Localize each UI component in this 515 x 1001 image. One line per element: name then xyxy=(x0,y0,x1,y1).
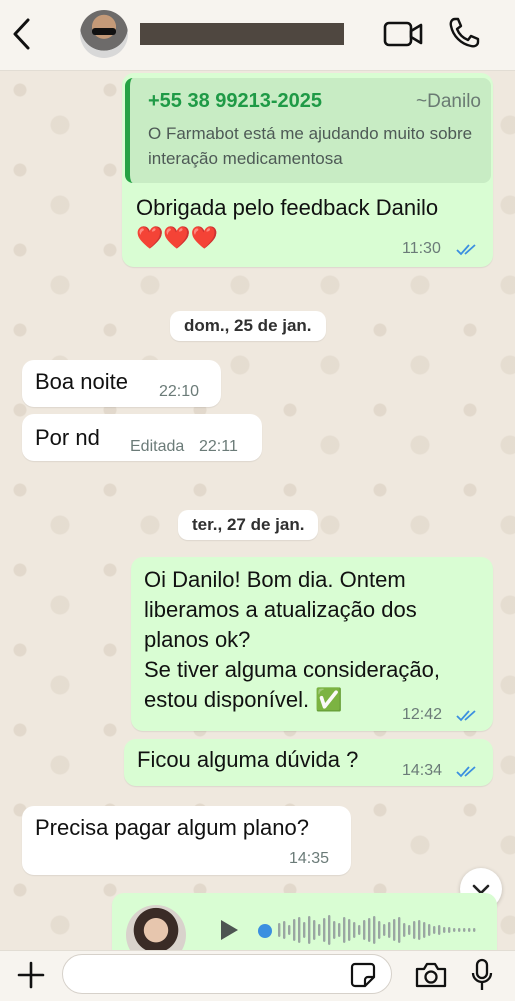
waveform-bar xyxy=(473,928,476,932)
waveform-bar xyxy=(298,917,301,943)
waveform-bar xyxy=(433,926,436,934)
waveform-bar xyxy=(463,928,466,932)
waveform-bar xyxy=(378,921,381,939)
quoted-phone-number: +55 38 99213-2025 xyxy=(148,90,323,112)
message-time: 22:10 xyxy=(159,383,200,400)
date-separator: dom., 25 de jan. xyxy=(170,311,326,341)
avatar-photo xyxy=(92,28,116,35)
read-receipt-icon xyxy=(456,766,476,778)
waveform-bar xyxy=(468,928,471,932)
message-text: Ficou alguma dúvida ? xyxy=(137,747,359,772)
play-icon[interactable] xyxy=(218,918,240,942)
waveform-bar xyxy=(443,927,446,933)
waveform-bar xyxy=(338,923,341,937)
message-time: 14:35 xyxy=(289,850,330,867)
waveform-bar xyxy=(383,924,386,936)
waveform-bar xyxy=(363,920,366,940)
quoted-text: O Farmabot está me ajudando muito sobre … xyxy=(148,124,473,168)
waveform-bar xyxy=(413,921,416,939)
audio-waveform[interactable] xyxy=(278,913,478,947)
date-separator: ter., 27 de jan. xyxy=(178,510,319,540)
message-time: 14:34 xyxy=(402,762,443,779)
waveform-bar xyxy=(438,925,441,935)
message-text: Obrigada pelo feedback Danilo ❤️❤️❤️ xyxy=(136,195,439,250)
message-text: Oi Danilo! Bom dia. Ontem liberamos a at… xyxy=(144,567,440,712)
message-time: 22:11 xyxy=(199,438,238,455)
waveform-bar xyxy=(318,924,321,936)
phone-icon[interactable] xyxy=(447,16,481,50)
edited-label: Editada xyxy=(130,438,185,455)
waveform-bar xyxy=(408,925,411,935)
microphone-icon[interactable] xyxy=(470,958,494,992)
waveform-bar xyxy=(293,919,296,941)
message-text: Precisa pagar algum plano? xyxy=(35,815,309,840)
waveform-bar xyxy=(403,923,406,937)
sticker-icon[interactable] xyxy=(350,962,376,988)
chat-header xyxy=(0,0,515,71)
waveform-bar xyxy=(333,921,336,939)
waveform-bar xyxy=(398,917,401,943)
waveform-bar xyxy=(388,922,391,938)
chevron-left-icon[interactable] xyxy=(10,17,34,51)
waveform-bar xyxy=(368,918,371,942)
waveform-bar xyxy=(343,917,346,943)
camera-icon[interactable] xyxy=(414,961,448,989)
quoted-author: ~Danilo xyxy=(416,91,481,112)
waveform-bar xyxy=(348,919,351,941)
waveform-bar xyxy=(423,922,426,938)
audio-progress-handle[interactable] xyxy=(258,924,272,938)
waveform-bar xyxy=(458,928,461,932)
message-text: Por nd xyxy=(35,425,100,450)
waveform-bar xyxy=(418,920,421,940)
waveform-bar xyxy=(313,920,316,940)
plus-icon[interactable] xyxy=(16,960,46,990)
message-input[interactable] xyxy=(62,954,392,994)
waveform-bar xyxy=(303,922,306,938)
waveform-bar xyxy=(393,919,396,941)
message-text: Boa noite xyxy=(35,369,128,394)
message-time: 12:42 xyxy=(402,706,443,723)
contact-name-redacted[interactable] xyxy=(140,23,344,45)
waveform-bar xyxy=(373,916,376,944)
waveform-bar xyxy=(308,916,311,944)
waveform-bar xyxy=(288,925,291,935)
video-call-icon[interactable] xyxy=(383,19,423,49)
quoted-message[interactable]: +55 38 99213-2025 ~Danilo O Farmabot est… xyxy=(125,78,491,183)
waveform-bar xyxy=(283,921,286,939)
read-receipt-icon xyxy=(456,710,476,722)
waveform-bar xyxy=(353,922,356,938)
waveform-bar xyxy=(358,925,361,935)
message-time: 11:30 xyxy=(402,240,441,257)
waveform-bar xyxy=(278,923,281,937)
waveform-bar xyxy=(453,928,456,932)
waveform-bar xyxy=(428,924,431,936)
waveform-bar xyxy=(448,927,451,933)
waveform-bar xyxy=(328,915,331,945)
contact-avatar[interactable] xyxy=(80,10,128,58)
read-receipt-icon xyxy=(456,244,476,256)
waveform-bar xyxy=(323,918,326,942)
